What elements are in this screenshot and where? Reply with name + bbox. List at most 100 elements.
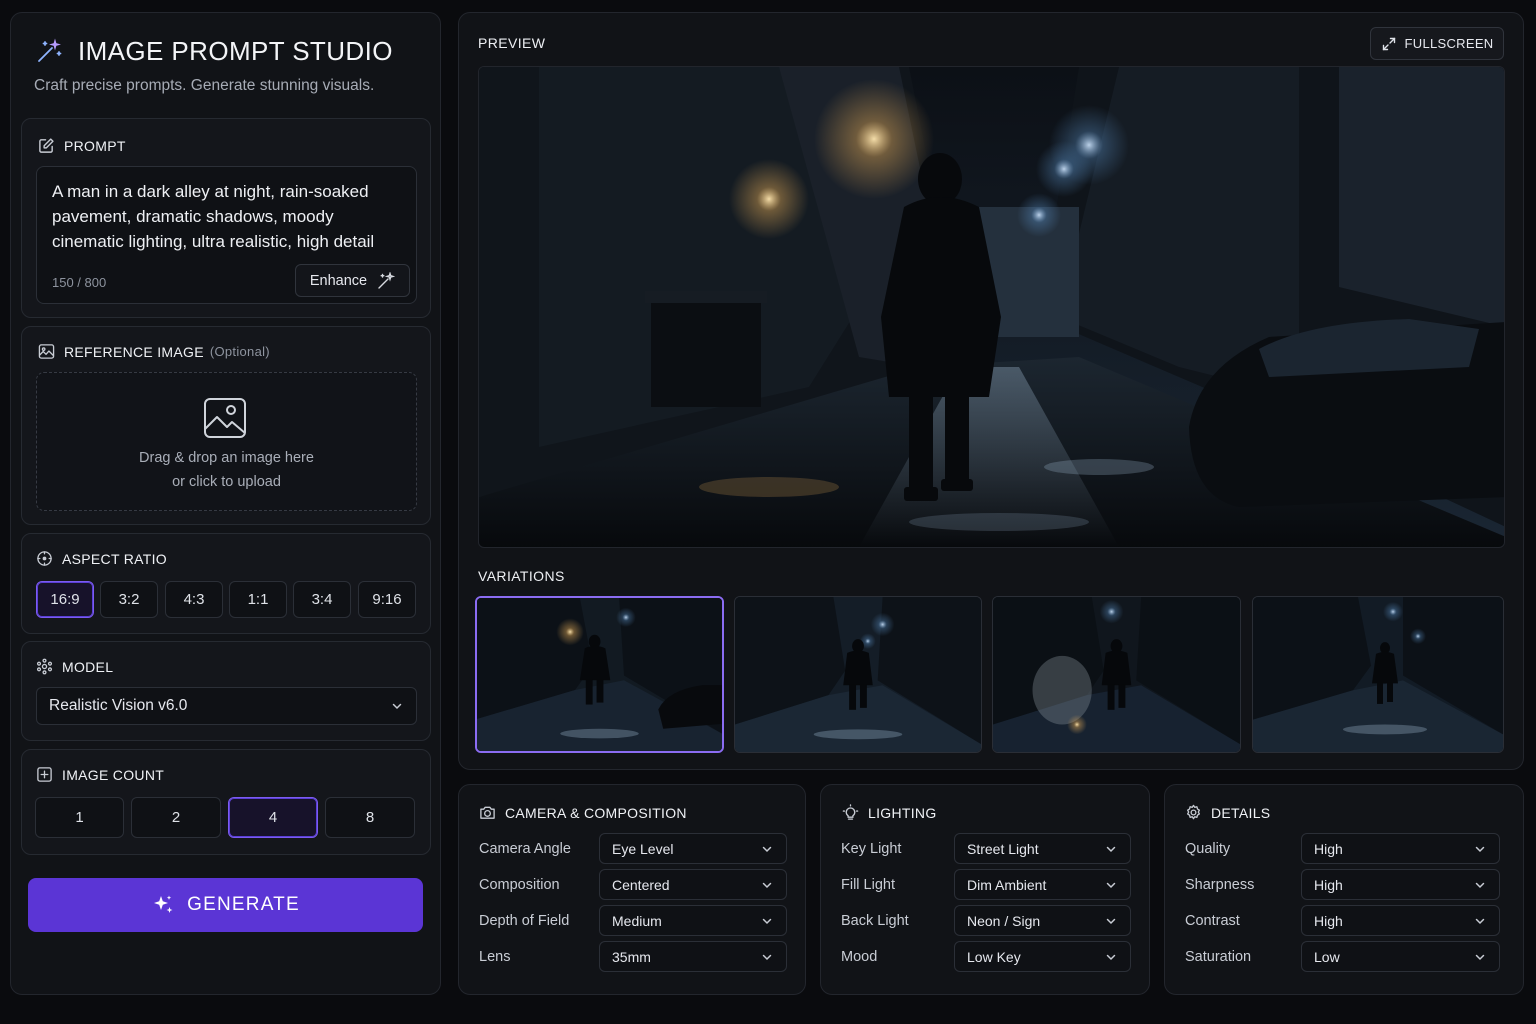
chevron-down-icon — [762, 846, 772, 852]
lighting-heading: LIGHTING — [842, 804, 937, 821]
camera-panel: CAMERA & COMPOSITION Camera Angle Eye Le… — [458, 784, 806, 995]
image-count-heading: IMAGE COUNT — [36, 766, 164, 783]
dropzone-line2: or click to upload — [172, 474, 281, 490]
preview-heading: PREVIEW — [478, 35, 546, 51]
back-light-label: Back Light — [841, 913, 909, 929]
depth-of-field-label: Depth of Field — [479, 913, 570, 929]
variation-thumb-2[interactable] — [734, 596, 982, 753]
count-option-2[interactable]: 2 — [131, 797, 221, 838]
aspect-option-3-2[interactable]: 3:2 — [100, 581, 158, 618]
aspect-option-9-16[interactable]: 9:16 — [358, 581, 416, 618]
preview-image[interactable] — [478, 66, 1505, 548]
chevron-down-icon — [1106, 846, 1116, 852]
magic-wand-icon — [38, 38, 62, 62]
variation-thumb-1[interactable] — [475, 596, 724, 753]
model-select[interactable]: Realistic Vision v6.0 — [36, 687, 417, 725]
image-count-card: IMAGE COUNT 1 2 4 8 — [21, 749, 431, 855]
back-light-select[interactable]: Neon / Sign — [954, 905, 1131, 936]
app-subtitle: Craft precise prompts. Generate stunning… — [34, 77, 375, 94]
lightbulb-icon — [842, 804, 859, 820]
aspect-heading: ASPECT RATIO — [36, 550, 167, 567]
contrast-select[interactable]: High — [1301, 905, 1500, 936]
variation-image — [477, 598, 722, 751]
camera-heading: CAMERA & COMPOSITION — [479, 804, 687, 821]
image-upload-icon — [204, 398, 246, 438]
sharpness-select[interactable]: High — [1301, 869, 1500, 900]
chevron-down-icon — [1106, 918, 1116, 924]
contrast-label: Contrast — [1185, 913, 1240, 929]
model-heading: MODEL — [36, 658, 113, 675]
expand-icon — [1382, 37, 1395, 50]
model-card: MODEL Realistic Vision v6.0 — [21, 641, 431, 741]
gear-icon — [1186, 804, 1201, 820]
camera-icon — [480, 806, 495, 819]
variation-thumb-3[interactable] — [992, 596, 1241, 753]
aspect-option-1-1[interactable]: 1:1 — [229, 581, 287, 618]
key-light-label: Key Light — [841, 841, 902, 857]
prompt-text: A man in a dark alley at night, rain-soa… — [52, 182, 375, 251]
fill-light-select[interactable]: Dim Ambient — [954, 869, 1131, 900]
mood-select[interactable]: Low Key — [954, 941, 1131, 972]
enhance-button[interactable]: Enhance — [295, 264, 410, 297]
fullscreen-button[interactable]: FULLSCREEN — [1370, 27, 1504, 60]
count-option-1[interactable]: 1 — [35, 797, 124, 838]
chevron-down-icon — [1475, 846, 1485, 852]
composition-select[interactable]: Centered — [599, 869, 787, 900]
chevron-down-icon — [1106, 954, 1116, 960]
prompt-textarea[interactable]: A man in a dark alley at night, rain-soa… — [36, 166, 417, 304]
magic-wand-icon — [378, 271, 396, 289]
saturation-select[interactable]: Low — [1301, 941, 1500, 972]
variation-thumb-4[interactable] — [1252, 596, 1504, 753]
saturation-label: Saturation — [1185, 949, 1252, 965]
variations-heading: VARIATIONS — [478, 568, 565, 584]
edit-icon — [39, 138, 54, 153]
variation-image — [993, 597, 1240, 752]
chevron-down-icon — [762, 918, 772, 924]
aspect-ratio-icon — [37, 551, 52, 566]
camera-angle-select[interactable]: Eye Level — [599, 833, 787, 864]
aspect-option-3-4[interactable]: 3:4 — [293, 581, 351, 618]
generate-button[interactable]: GENERATE — [28, 878, 423, 932]
variation-image — [735, 597, 981, 752]
prompt-card: PROMPT A man in a dark alley at night, r… — [21, 118, 431, 318]
upload-dropzone[interactable]: Drag & drop an image here or click to up… — [36, 372, 417, 511]
lens-select[interactable]: 35mm — [599, 941, 787, 972]
image-icon — [38, 344, 55, 359]
key-light-select[interactable]: Street Light — [954, 833, 1131, 864]
depth-of-field-select[interactable]: Medium — [599, 905, 787, 936]
chevron-down-icon — [1475, 954, 1485, 960]
chevron-down-icon — [762, 954, 772, 960]
chevron-down-icon — [762, 882, 772, 888]
quality-select[interactable]: High — [1301, 833, 1500, 864]
app-title: IMAGE PROMPT STUDIO — [78, 36, 393, 66]
reference-card: REFERENCE IMAGE (Optional) Drag & drop a… — [21, 326, 431, 525]
chevron-down-icon — [1106, 882, 1116, 888]
camera-angle-label: Camera Angle — [479, 841, 571, 857]
fill-light-label: Fill Light — [841, 877, 895, 893]
chevron-down-icon — [1475, 882, 1485, 888]
mood-label: Mood — [841, 949, 878, 965]
preview-panel: PREVIEW FULLSCREEN VARIATIONS — [458, 12, 1524, 770]
sidebar: IMAGE PROMPT STUDIO Craft precise prompt… — [10, 12, 441, 995]
sharpness-label: Sharpness — [1185, 877, 1255, 893]
chevron-down-icon — [392, 703, 402, 710]
sparkle-icon — [154, 895, 173, 913]
prompt-heading: PROMPT — [38, 137, 126, 154]
aspect-card: ASPECT RATIO 16:9 3:2 4:3 1:1 3:4 9:16 — [21, 533, 431, 634]
aspect-option-16-9[interactable]: 16:9 — [36, 581, 94, 618]
char-counter: 150 / 800 — [52, 275, 107, 290]
composition-label: Composition — [479, 877, 560, 893]
details-heading: DETAILS — [1185, 804, 1270, 821]
aspect-option-4-3[interactable]: 4:3 — [165, 581, 223, 618]
dropzone-line1: Drag & drop an image here — [139, 450, 314, 466]
details-panel: DETAILS Quality High Sharpness High Cont… — [1164, 784, 1524, 995]
model-icon — [36, 658, 53, 675]
quality-label: Quality — [1185, 841, 1231, 857]
variation-image — [1253, 597, 1503, 752]
lighting-panel: LIGHTING Key Light Street Light Fill Lig… — [820, 784, 1150, 995]
lens-label: Lens — [479, 949, 511, 965]
image-count-icon — [37, 767, 52, 782]
count-option-8[interactable]: 8 — [325, 797, 415, 838]
count-option-4[interactable]: 4 — [228, 797, 318, 838]
alley-scene — [479, 67, 1504, 547]
